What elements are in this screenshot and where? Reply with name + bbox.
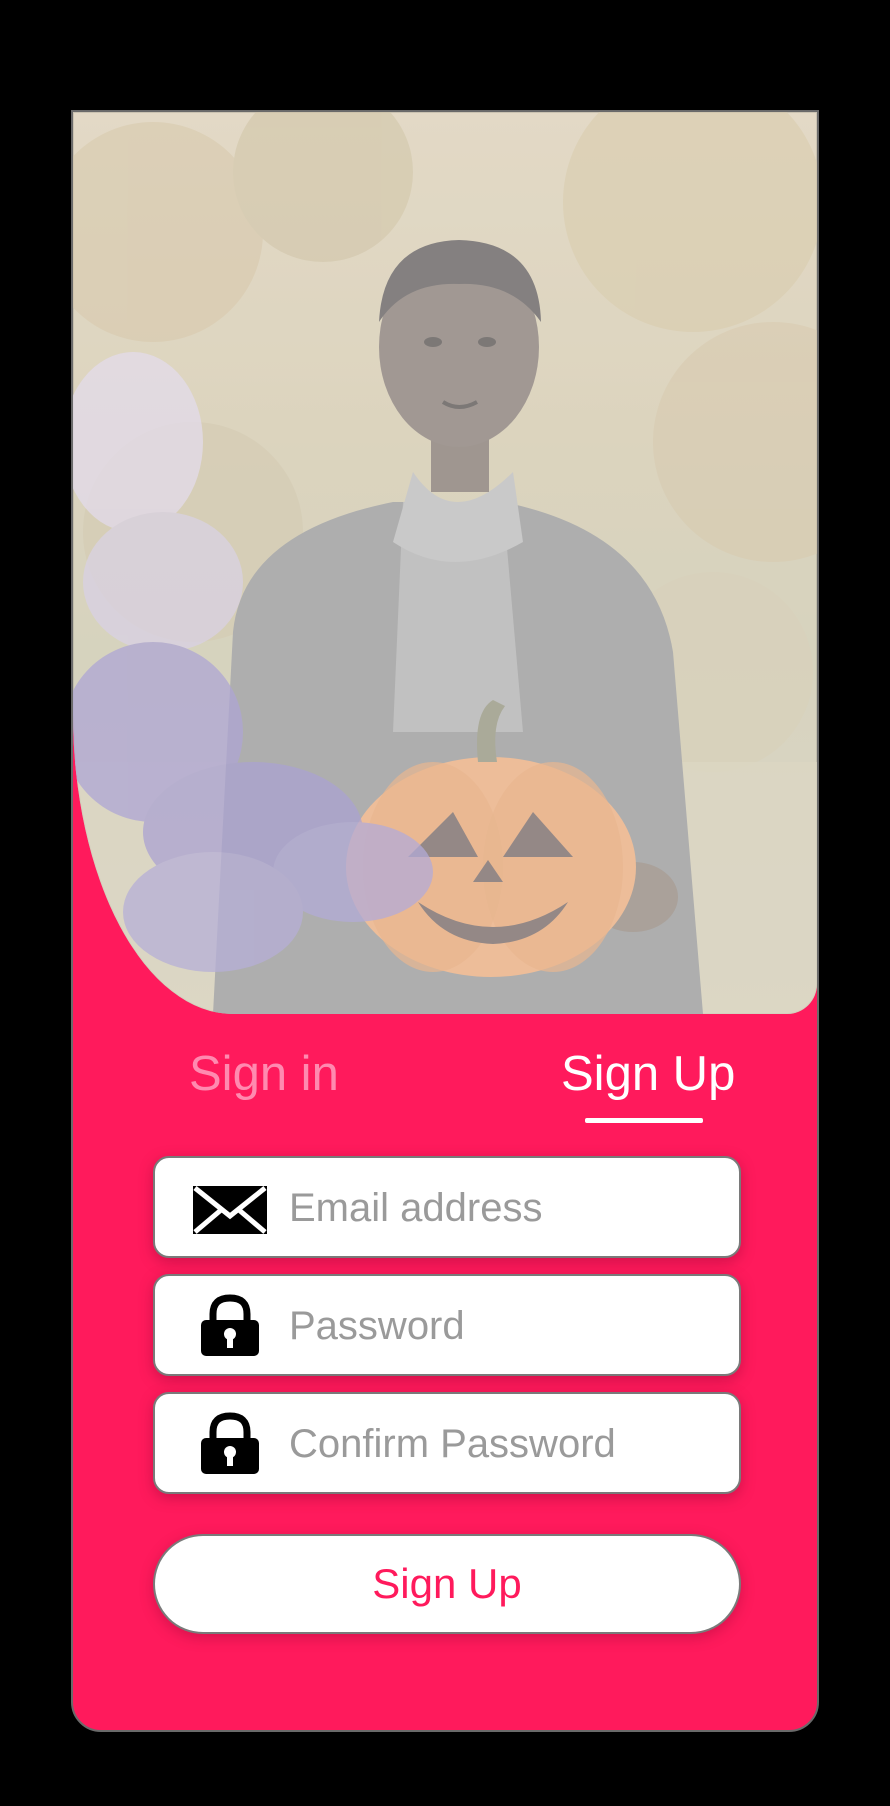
sign-up-button[interactable]: Sign Up: [153, 1534, 741, 1634]
confirm-password-input[interactable]: [289, 1414, 719, 1474]
confirm-password-field[interactable]: [153, 1392, 741, 1494]
lock-icon: [191, 1412, 269, 1474]
active-tab-indicator: [585, 1118, 703, 1123]
signup-card: Sign in Sign Up Email address Sign Up: [71, 110, 819, 1732]
lock-icon: [191, 1294, 269, 1356]
email-input[interactable]: [289, 1178, 719, 1238]
hero-photo: [73, 112, 817, 1014]
hero-photo-illustration: [73, 112, 817, 1014]
password-input[interactable]: [289, 1296, 719, 1356]
envelope-icon: [191, 1180, 269, 1238]
password-field[interactable]: [153, 1274, 741, 1376]
tab-sign-up[interactable]: Sign Up: [561, 1044, 735, 1104]
email-field[interactable]: [153, 1156, 741, 1258]
tab-sign-in[interactable]: Sign in: [189, 1044, 339, 1104]
